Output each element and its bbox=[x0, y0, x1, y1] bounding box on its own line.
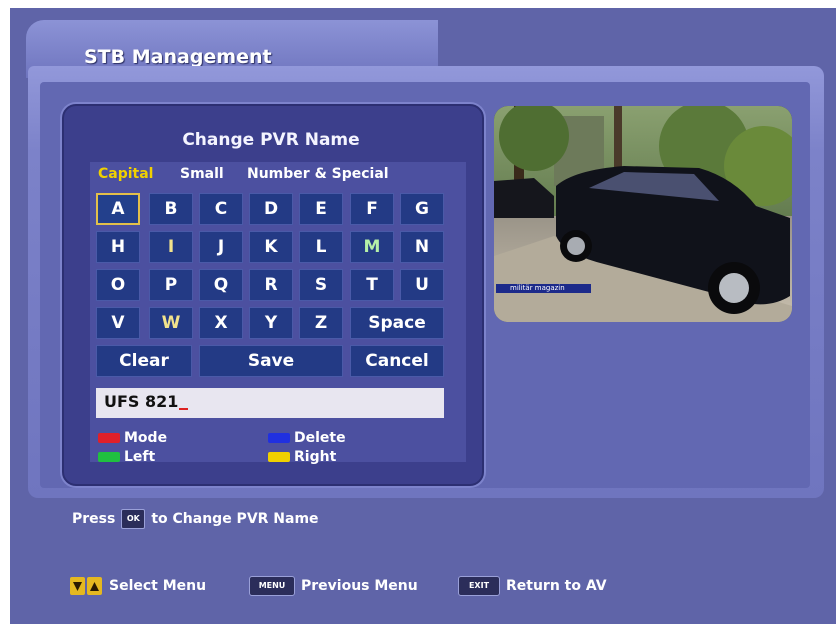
select-menu-label: Select Menu bbox=[109, 578, 207, 594]
hint-press: Press bbox=[72, 511, 116, 527]
up-down-arrows-icon bbox=[70, 576, 104, 596]
key-e[interactable]: E bbox=[299, 193, 343, 225]
yellow-button-icon bbox=[268, 452, 290, 462]
hint-text: Press OK to Change PVR Name bbox=[72, 509, 319, 529]
key-x[interactable]: X bbox=[199, 307, 243, 339]
cancel-key[interactable]: Cancel bbox=[350, 345, 444, 377]
key-v[interactable]: V bbox=[96, 307, 140, 339]
previous-menu-label: Previous Menu bbox=[301, 578, 418, 594]
green-button-icon bbox=[98, 452, 120, 462]
legend-right: Right bbox=[268, 449, 336, 465]
previous-menu-hint: MENU Previous Menu bbox=[249, 576, 418, 596]
red-button-icon bbox=[98, 433, 120, 443]
key-r[interactable]: R bbox=[249, 269, 293, 301]
pvr-name-value: UFS 821 bbox=[104, 392, 179, 411]
key-b[interactable]: B bbox=[149, 193, 193, 225]
key-m[interactable]: M bbox=[350, 231, 394, 263]
key-j[interactable]: J bbox=[199, 231, 243, 263]
save-key[interactable]: Save bbox=[199, 345, 343, 377]
legend-mode: Mode bbox=[98, 430, 167, 446]
key-g[interactable]: G bbox=[400, 193, 444, 225]
key-n[interactable]: N bbox=[400, 231, 444, 263]
legend-left-label: Left bbox=[124, 449, 156, 465]
key-o[interactable]: O bbox=[96, 269, 140, 301]
menu-button-icon: MENU bbox=[249, 576, 295, 596]
mode-number-special-tab[interactable]: Number & Special bbox=[247, 166, 389, 182]
legend-delete-label: Delete bbox=[294, 430, 346, 446]
return-to-av-hint: EXIT Return to AV bbox=[458, 576, 607, 596]
clear-key[interactable]: Clear bbox=[96, 345, 192, 377]
legend-delete: Delete bbox=[268, 430, 346, 446]
exit-button-icon: EXIT bbox=[458, 576, 500, 596]
video-preview: militär magazin bbox=[494, 106, 792, 322]
key-y[interactable]: Y bbox=[249, 307, 293, 339]
legend-mode-label: Mode bbox=[124, 430, 168, 446]
mode-small-tab[interactable]: Small bbox=[180, 166, 224, 182]
key-u[interactable]: U bbox=[400, 269, 444, 301]
channel-label: militär magazin bbox=[496, 284, 591, 293]
blue-button-icon bbox=[268, 433, 290, 443]
hint-action: to Change PVR Name bbox=[151, 511, 319, 527]
mode-capital-tab[interactable]: Capital bbox=[98, 166, 153, 182]
key-k[interactable]: K bbox=[249, 231, 293, 263]
ok-button-icon: OK bbox=[121, 509, 146, 529]
key-c[interactable]: C bbox=[199, 193, 243, 225]
text-cursor bbox=[179, 408, 189, 410]
keyboard-title: Change PVR Name bbox=[182, 130, 360, 150]
key-a[interactable]: A bbox=[96, 193, 140, 225]
select-menu-hint: Select Menu bbox=[70, 576, 206, 596]
legend-right-label: Right bbox=[294, 449, 337, 465]
window-title: STB Management bbox=[84, 46, 272, 68]
key-l[interactable]: L bbox=[299, 231, 343, 263]
return-to-av-label: Return to AV bbox=[506, 578, 607, 594]
key-s[interactable]: S bbox=[299, 269, 343, 301]
key-z[interactable]: Z bbox=[299, 307, 343, 339]
key-w[interactable]: W bbox=[149, 307, 193, 339]
key-h[interactable]: H bbox=[96, 231, 140, 263]
pvr-name-input[interactable]: UFS 821 bbox=[96, 388, 444, 418]
key-q[interactable]: Q bbox=[199, 269, 243, 301]
space-key[interactable]: Space bbox=[350, 307, 444, 339]
key-t[interactable]: T bbox=[350, 269, 394, 301]
key-i[interactable]: I bbox=[149, 231, 193, 263]
key-d[interactable]: D bbox=[249, 193, 293, 225]
key-p[interactable]: P bbox=[149, 269, 193, 301]
key-f[interactable]: F bbox=[350, 193, 394, 225]
legend-left: Left bbox=[98, 449, 155, 465]
